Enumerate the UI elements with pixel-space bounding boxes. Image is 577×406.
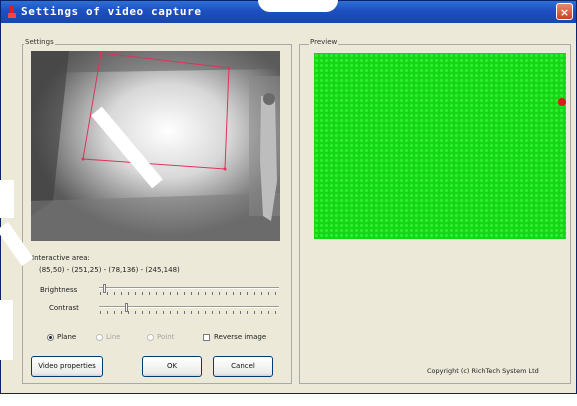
ok-button[interactable]: OK [142,356,202,377]
preview-grid [314,53,566,239]
close-icon: × [559,6,570,19]
reverse-image-checkbox[interactable] [203,334,210,341]
watermark-shape [0,180,14,218]
video-capture-settings-window: Settings of video capture × Settings Int… [0,0,577,394]
line-radio-label: Line [106,333,121,341]
watermark-shape [258,0,338,12]
video-properties-button[interactable]: Video properties [31,356,103,377]
plane-radio[interactable] [47,334,54,341]
brightness-label: Brightness [40,286,78,294]
camera-feed[interactable] [31,51,280,241]
app-icon [8,5,16,18]
reverse-image-label: Reverse image [214,333,267,341]
settings-group-label: Settings [24,38,55,46]
brightness-slider-thumb[interactable] [103,284,106,293]
point-radio[interactable] [147,334,154,341]
cancel-button[interactable]: Cancel [213,356,273,377]
close-button[interactable]: × [556,3,573,20]
plane-radio-label: Plane [57,333,77,341]
interactive-area-value: (85,50) - (251,25) - (78,136) - (245,148… [39,266,180,274]
contrast-slider[interactable] [99,302,279,316]
point-radio-label: Point [157,333,175,341]
line-radio[interactable] [96,334,103,341]
window-title: Settings of video capture [21,5,202,18]
camera-frame-image [31,51,280,241]
preview-group-label: Preview [309,38,339,46]
interactive-area-label: Interactive area: [32,254,90,262]
brightness-slider[interactable] [99,283,279,297]
marker-dot [558,98,566,106]
contrast-label: Contrast [49,304,79,312]
copyright-text: Copyright (c) RichTech System Ltd [427,367,539,375]
contrast-slider-thumb[interactable] [125,303,128,312]
watermark-shape [0,300,13,360]
